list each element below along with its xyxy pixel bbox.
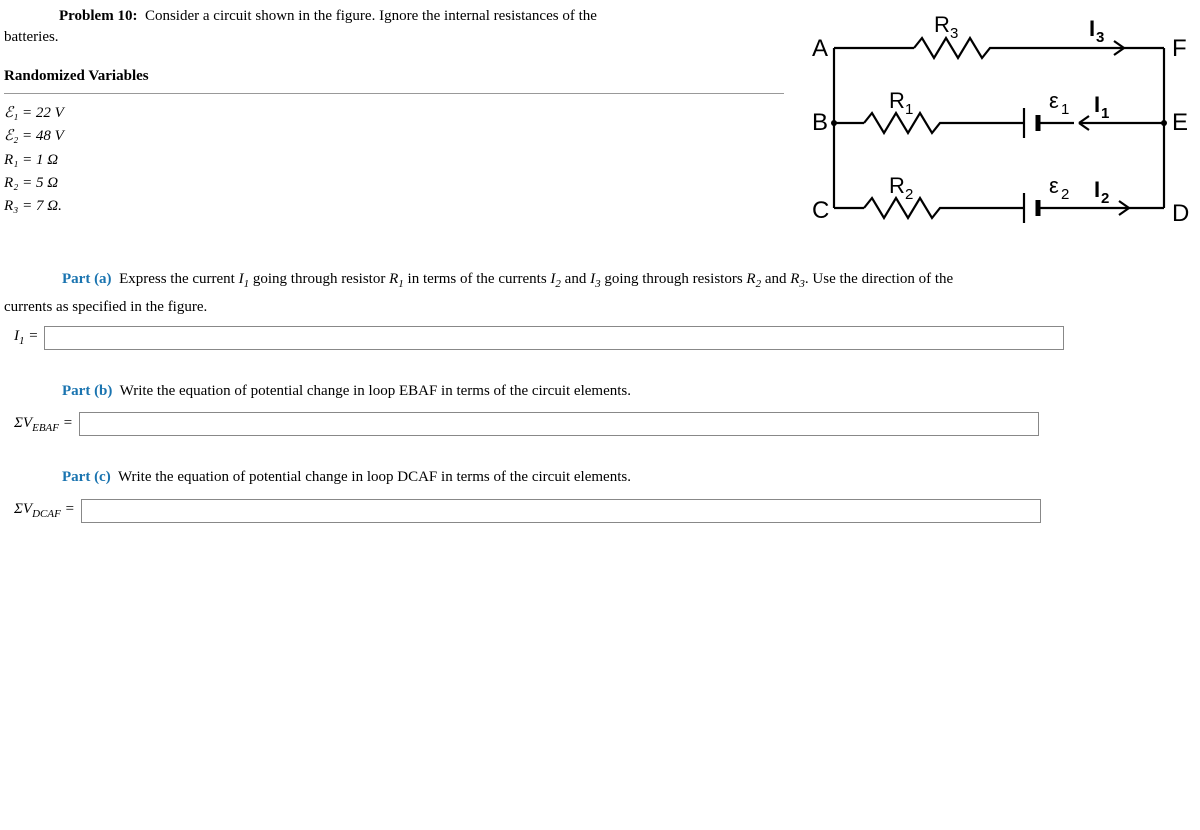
part-a-input[interactable] bbox=[44, 326, 1064, 350]
part-b-answer-label: ΣVEBAF = bbox=[4, 415, 79, 434]
svg-text:2: 2 bbox=[905, 186, 913, 203]
node-a-label: A bbox=[812, 35, 828, 62]
svg-text:1: 1 bbox=[1101, 105, 1109, 122]
node-f-label: F bbox=[1172, 35, 1187, 62]
r2-label: R bbox=[889, 173, 905, 198]
var-r1: R₁ = 1 Ω bbox=[4, 149, 784, 172]
part-a: Part (a) Express the current I1 going th… bbox=[4, 268, 1196, 293]
var-r3: R₃ = 7 Ω. bbox=[4, 195, 784, 218]
svg-text:2: 2 bbox=[1061, 186, 1069, 203]
svg-text:2: 2 bbox=[1101, 190, 1109, 207]
circuit-figure: A B C F E D R3 R1 R2 ε1 ε2 I3 I1 I2 bbox=[794, 8, 1194, 238]
part-b-label: Part (b) bbox=[62, 383, 112, 399]
problem-statement: Problem 10: Consider a circuit shown in … bbox=[4, 8, 784, 25]
randomized-variables-heading: Randomized Variables bbox=[4, 68, 784, 85]
part-b: Part (b) Write the equation of potential… bbox=[4, 380, 1196, 403]
problem-number: Problem 10: bbox=[59, 8, 137, 24]
e1-label: ε bbox=[1049, 88, 1059, 113]
part-b-text: Write the equation of potential change i… bbox=[120, 383, 631, 399]
i1-label: I bbox=[1094, 92, 1100, 117]
node-d-label: D bbox=[1172, 200, 1189, 227]
part-c-input[interactable] bbox=[81, 499, 1041, 523]
part-b-input[interactable] bbox=[79, 412, 1039, 436]
part-c: Part (c) Write the equation of potential… bbox=[4, 466, 1196, 489]
var-e2: ℰ₂ = 48 V bbox=[4, 125, 784, 148]
node-e-label: E bbox=[1172, 109, 1188, 136]
part-a-answer-label: I1 = bbox=[4, 328, 44, 347]
divider bbox=[4, 93, 784, 94]
problem-text-2: batteries. bbox=[4, 29, 784, 46]
part-c-label: Part (c) bbox=[62, 469, 111, 485]
svg-text:3: 3 bbox=[950, 25, 958, 42]
r3-label: R bbox=[934, 12, 950, 37]
part-a-text: Express the current I1 going through res… bbox=[119, 271, 953, 287]
i2-label: I bbox=[1094, 177, 1100, 202]
svg-text:1: 1 bbox=[1061, 101, 1069, 118]
svg-text:3: 3 bbox=[1096, 29, 1104, 46]
part-a-label: Part (a) bbox=[62, 271, 112, 287]
var-r2: R₂ = 5 Ω bbox=[4, 172, 784, 195]
svg-text:1: 1 bbox=[905, 101, 913, 118]
r1-label: R bbox=[889, 88, 905, 113]
node-c-label: C bbox=[812, 197, 829, 224]
variables-list: ℰ₁ = 22 V ℰ₂ = 48 V R₁ = 1 Ω R₂ = 5 Ω R₃… bbox=[4, 102, 784, 218]
problem-text-1: Consider a circuit shown in the figure. … bbox=[145, 8, 597, 24]
part-c-answer-label: ΣVDCAF = bbox=[4, 501, 81, 520]
i3-label: I bbox=[1089, 16, 1095, 41]
part-c-text: Write the equation of potential change i… bbox=[118, 469, 631, 485]
part-a-text-cont: currents as specified in the figure. bbox=[4, 299, 1196, 316]
e2-label: ε bbox=[1049, 173, 1059, 198]
var-e1: ℰ₁ = 22 V bbox=[4, 102, 784, 125]
node-b-label: B bbox=[812, 109, 828, 136]
